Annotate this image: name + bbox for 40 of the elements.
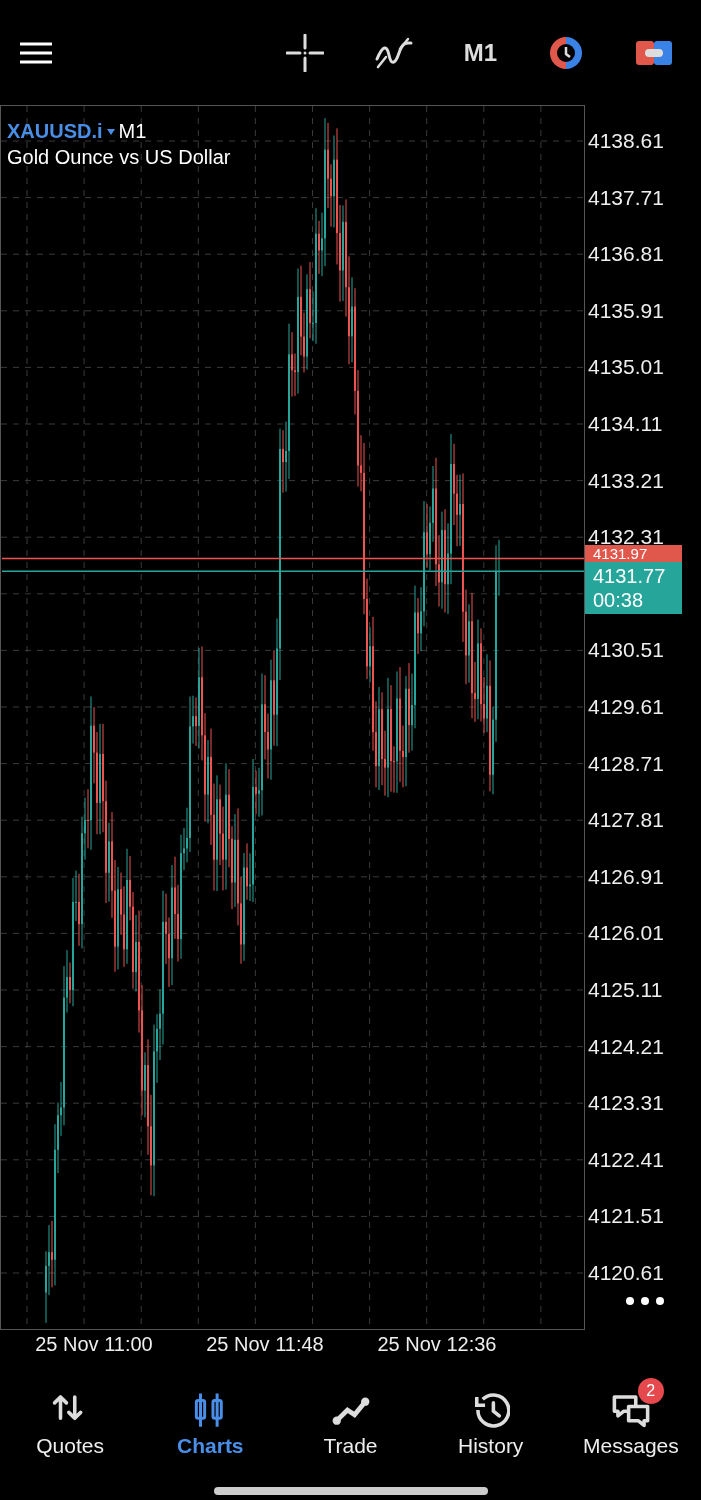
price-label: 4135.91 [588,298,664,323]
price-label: 4126.91 [588,864,664,889]
price-label: 4121.51 [588,1204,664,1229]
price-label: 4129.61 [588,695,664,719]
price-label: 4122.41 [588,1147,664,1172]
time-label: 25 Nov 12:36 [376,1333,498,1356]
price-label: 4128.71 [588,751,664,776]
chart-timeframe: M1 [118,120,147,143]
timeframe-button[interactable]: M1 [463,38,497,67]
symbol-description: Gold Ounce vs US Dollar [7,146,231,169]
price-label: 4123.31 [588,1091,664,1116]
price-label: 4134.11 [588,412,663,436]
ask-price-tag: 4131.77 [593,564,682,588]
symbol-link[interactable]: XAUUSD.i [7,120,103,143]
price-label: 4125.11 [588,978,663,1002]
price-label: 4130.51 [588,638,664,663]
dropdown-icon[interactable] [106,127,115,136]
price-label: 4133.21 [588,468,664,493]
indicator-icon[interactable] [373,36,414,69]
nav-tab[interactable]: History [420,1375,561,1475]
bid-price-tag: 4131.97 [585,545,682,562]
price-label: 4120.61 [588,1261,664,1285]
time-label: 25 Nov 11:00 [34,1333,154,1356]
price-label: 4136.81 [588,242,664,267]
price-label: 4126.01 [588,921,664,946]
menu-icon[interactable] [19,40,53,65]
crosshair-icon[interactable] [285,33,324,72]
price-label: 4135.01 [588,355,664,380]
time-label: 25 Nov 11:48 [205,1333,325,1356]
nav-tab[interactable]: Trade [280,1375,421,1475]
nav-tab[interactable]: Quotes [0,1375,141,1475]
notification-badge: 2 [637,1378,664,1404]
more-icon[interactable] [625,1296,665,1306]
price-label: 4124.21 [588,1034,664,1059]
nav-tab[interactable]: Messages 2 [560,1375,701,1475]
price-label: 4127.81 [588,808,664,833]
nav-tab[interactable]: Charts [140,1375,281,1475]
candle-countdown: 00:38 [593,588,645,612]
price-label: 4137.71 [588,185,664,210]
price-label: 4138.61 [588,129,664,153]
